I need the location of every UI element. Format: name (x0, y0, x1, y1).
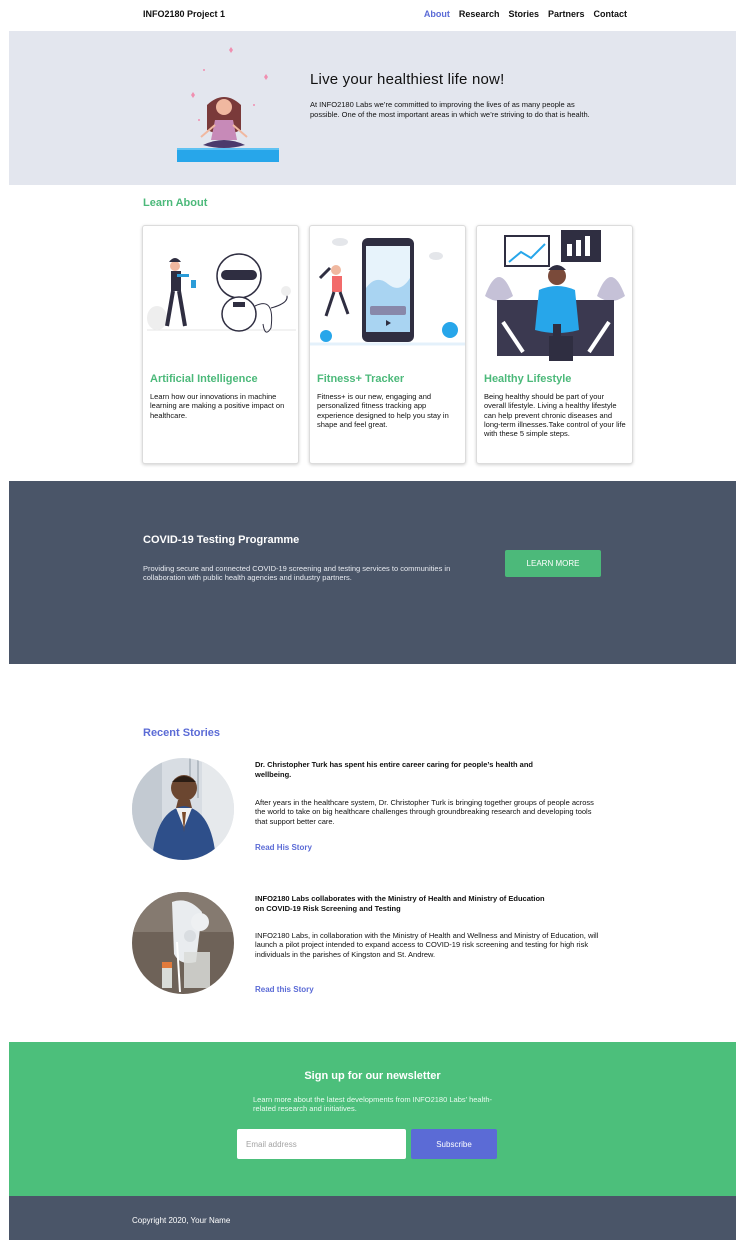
story-title: Dr. Christopher Turk has spent his entir… (255, 760, 533, 779)
top-nav: INFO2180 Project 1 About Research Storie… (0, 0, 736, 30)
newsletter-title: Sign up for our newsletter (304, 1070, 441, 1082)
meditation-illustration (177, 47, 279, 162)
footer: Copyright 2020, Your Name (9, 1196, 736, 1240)
nav-links: About Research Stories Partners Contact (424, 9, 627, 19)
covid-title: COVID-19 Testing Programme (143, 534, 300, 546)
healthy-lifestyle-illustration (485, 230, 625, 361)
covid-testing-section: COVID-19 Testing Programme Providing sec… (9, 481, 736, 664)
hero-title: Live your healthiest life now! (310, 71, 505, 88)
card-text: Fitness+ is our new, engaging and person… (317, 392, 449, 429)
nav-link-contact[interactable]: Contact (594, 9, 628, 19)
card-title: Healthy Lifestyle (484, 373, 572, 385)
card-title: Fitness+ Tracker (317, 373, 405, 385)
card-title: Artificial Intelligence (150, 373, 258, 385)
nav-link-partners[interactable]: Partners (548, 9, 585, 19)
card-healthy-lifestyle[interactable]: Healthy Lifestyle Being healthy should b… (476, 225, 633, 464)
newsletter-section: Sign up for our newsletter Learn more ab… (9, 1042, 736, 1196)
nav-link-about[interactable]: About (424, 9, 450, 19)
newsletter-description: Learn more about the latest developments… (253, 1095, 493, 1114)
card-text: Learn how our innovations in machine lea… (150, 392, 285, 420)
recent-stories-heading: Recent Stories (143, 727, 221, 739)
covid-description: Providing secure and connected COVID-19 … (143, 564, 451, 583)
card-fitness-tracker[interactable]: Fitness+ Tracker Fitness+ is our new, en… (309, 225, 466, 464)
story-photo-doctor (132, 758, 234, 860)
hero-section: Live your healthiest life now! At INFO21… (9, 31, 736, 185)
brand-logo-text[interactable]: INFO2180 Project 1 (143, 9, 225, 19)
card-artificial-intelligence[interactable]: Artificial Intelligence Learn how our in… (142, 225, 299, 464)
learn-more-button[interactable]: LEARN MORE (505, 550, 601, 577)
read-his-story-link[interactable]: Read His Story (255, 843, 312, 852)
subscribe-button[interactable]: Subscribe (411, 1129, 497, 1159)
story-text: INFO2180 Labs, in collaboration with the… (255, 931, 599, 959)
story-text: After years in the healthcare system, Dr… (255, 798, 594, 826)
story-photo-testing (132, 892, 234, 994)
story-title: INFO2180 Labs collaborates with the Mini… (255, 894, 545, 913)
hero-description: At INFO2180 Labs we’re committed to impr… (310, 100, 590, 119)
nav-link-stories[interactable]: Stories (508, 9, 539, 19)
read-this-story-link[interactable]: Read this Story (255, 985, 314, 994)
fitness-phone-illustration (310, 238, 465, 346)
copyright-text: Copyright 2020, Your Name (132, 1216, 231, 1225)
card-text: Being healthy should be part of your ove… (484, 392, 626, 439)
email-input[interactable] (237, 1129, 406, 1159)
ai-robot-illustration (147, 253, 296, 333)
learn-about-heading: Learn About (143, 197, 208, 209)
nav-link-research[interactable]: Research (459, 9, 500, 19)
